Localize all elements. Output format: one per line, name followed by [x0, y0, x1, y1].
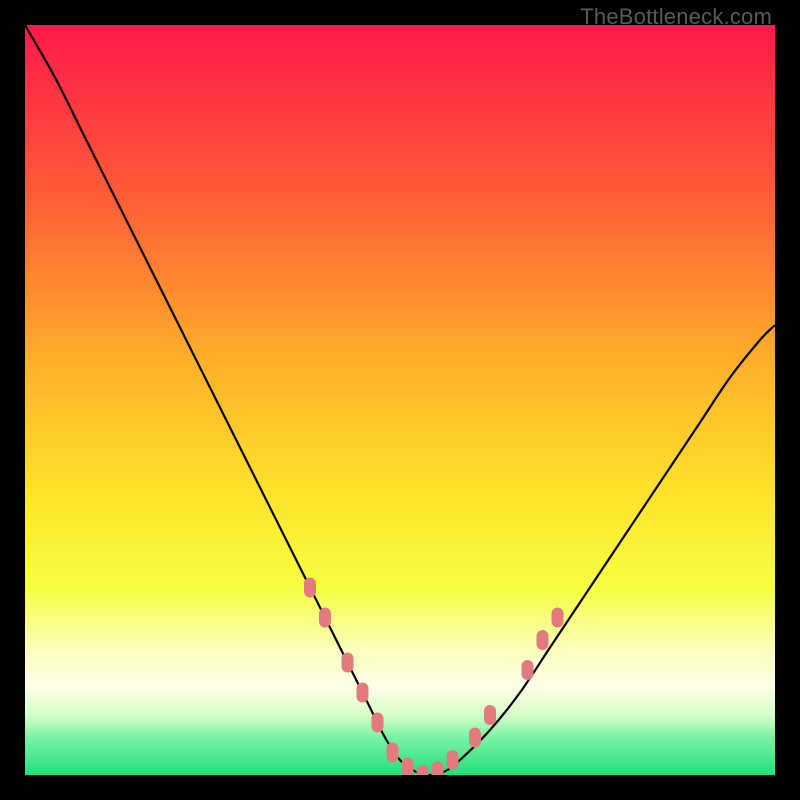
curve-marker — [342, 653, 354, 673]
curve-marker — [469, 728, 481, 748]
curve-marker — [387, 743, 399, 763]
watermark-text: TheBottleneck.com — [580, 4, 772, 30]
curve-marker — [417, 765, 429, 775]
curve-marker — [372, 713, 384, 733]
curve-marker — [552, 608, 564, 628]
curve-marker — [447, 750, 459, 770]
curve-marker — [484, 705, 496, 725]
curve-marker — [522, 660, 534, 680]
curve-marker — [432, 761, 444, 775]
curve-marker — [304, 578, 316, 598]
curve-marker — [319, 608, 331, 628]
chart-frame: TheBottleneck.com — [0, 0, 800, 800]
bottleneck-curve — [25, 25, 775, 775]
curve-marker — [537, 630, 549, 650]
curve-marker — [402, 758, 414, 776]
curve-marker — [357, 683, 369, 703]
plot-area — [25, 25, 775, 775]
